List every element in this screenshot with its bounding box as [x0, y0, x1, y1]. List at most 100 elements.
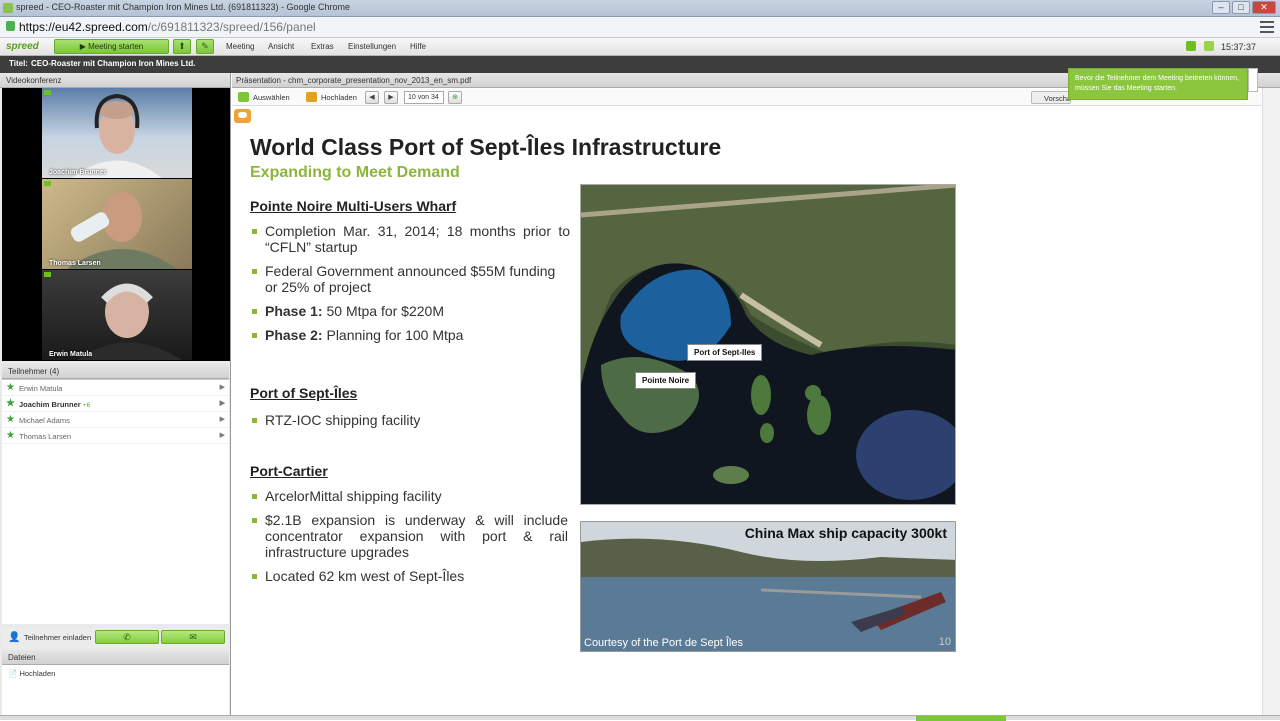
- camera-icon: [44, 272, 51, 277]
- close-icon[interactable]: ✕: [1252, 1, 1276, 14]
- chat-bubble-icon[interactable]: [234, 109, 251, 123]
- photo-caption: China Max ship capacity 300kt: [744, 525, 947, 541]
- phone-invite-button[interactable]: ✆: [95, 630, 159, 644]
- network-icon[interactable]: [1186, 41, 1196, 51]
- meeting-title: CEO-Roaster mit Champion Iron Mines Ltd.: [31, 59, 196, 68]
- menu-hilfe[interactable]: Hilfe: [410, 42, 426, 51]
- meeting-start-tooltip: Bevor die Teilnehmer dem Meeting beitret…: [1068, 68, 1248, 100]
- lock-icon: [6, 21, 15, 31]
- invite-label[interactable]: Teilnehmer einladen: [24, 633, 91, 642]
- spreed-favicon-icon: [3, 3, 13, 13]
- status-bar: [0, 715, 1280, 721]
- files-upload-label: Hochladen: [19, 669, 56, 678]
- phase-label: Phase 2:: [265, 327, 323, 343]
- phone-icon: ✆: [123, 632, 131, 642]
- meeting-title-label: Titel:: [9, 59, 28, 68]
- person-icon: 👤: [8, 632, 21, 643]
- slide-subtitle: Expanding to Meet Demand: [250, 164, 460, 181]
- minimize-icon[interactable]: –: [1212, 1, 1230, 14]
- section-heading: Port of Sept-Îles: [250, 385, 358, 401]
- invite-bar: 👤 Teilnehmer einladen ✆ ✉: [2, 628, 229, 648]
- star-icon: ★: [6, 430, 15, 441]
- tooltip-scrollbar[interactable]: [1248, 68, 1258, 92]
- meeting-start-label: Meeting starten: [88, 42, 144, 51]
- video-panel-header: Videokonferenz: [0, 73, 230, 88]
- url-field[interactable]: https://eu42.spreed.com/c/691811323/spre…: [19, 20, 316, 34]
- meeting-start-button[interactable]: ▶ Meeting starten: [54, 39, 169, 54]
- files-panel: 📄 Hochladen: [2, 665, 229, 715]
- url-path: /c/691811323/spreed/156/panel: [147, 20, 316, 34]
- camera-icon: [44, 90, 51, 95]
- bullet-item: Phase 1: 50 Mtpa for $220M: [250, 303, 570, 319]
- select-button[interactable]: Auswählen: [253, 93, 290, 102]
- page-indicator-input[interactable]: 10 von 34: [404, 91, 444, 104]
- email-invite-button[interactable]: ✉: [161, 630, 225, 644]
- photo-graphic: [581, 522, 955, 651]
- menu-meeting[interactable]: Meeting: [226, 42, 254, 51]
- slide-page-number: 10: [938, 636, 951, 648]
- video-tile[interactable]: Joachim Brunner: [42, 88, 192, 178]
- battery-icon: [1204, 41, 1214, 51]
- star-icon: ★: [6, 398, 15, 409]
- camera-icon: [44, 181, 51, 186]
- chevron-right-icon[interactable]: ▶: [220, 415, 225, 423]
- map-label: Pointe Noire: [635, 372, 697, 389]
- bullet-item: Located 62 km west of Sept-Îles: [250, 568, 568, 584]
- participant-list: ★ Erwin Matula ▶ ★ Joachim Brunner +6 ▶ ★ Mic…: [2, 379, 229, 624]
- video-tile[interactable]: Erwin Matula: [42, 270, 192, 360]
- bullet-item: $2.1B expansion is underway & will inclu…: [250, 512, 568, 560]
- menu-extras[interactable]: Extras: [311, 42, 334, 51]
- pen-icon[interactable]: ✎: [196, 39, 214, 54]
- chrome-menu-icon[interactable]: [1260, 21, 1274, 33]
- upload-button[interactable]: Hochladen: [321, 93, 357, 102]
- section-heading: Port-Cartier: [250, 463, 328, 479]
- chevron-right-icon[interactable]: ▶: [220, 399, 225, 407]
- upload-doc-icon: [306, 92, 317, 102]
- clock: 15:37:37: [1220, 42, 1256, 52]
- upload-icon[interactable]: ⬆: [173, 39, 191, 54]
- select-icon: [238, 92, 249, 102]
- participant-row[interactable]: ★ Thomas Larsen ▶: [2, 428, 229, 444]
- menu-ansicht[interactable]: Ansicht: [268, 42, 294, 51]
- window-controls: – □ ✕: [1212, 1, 1276, 14]
- preview-button[interactable]: Vorschau: [1031, 91, 1071, 104]
- bullet-item: Completion Mar. 31, 2014; 18 months prio…: [250, 223, 570, 255]
- slide-title: World Class Port of Sept-Îles Infrastruc…: [250, 134, 722, 160]
- participant-row[interactable]: ★ Joachim Brunner +6 ▶: [2, 396, 229, 412]
- bullet-item: Federal Government announced $55M fundin…: [250, 263, 570, 295]
- next-page-button[interactable]: ▶: [384, 91, 398, 104]
- files-upload-button[interactable]: 📄 Hochladen: [8, 669, 55, 678]
- maximize-icon[interactable]: □: [1232, 1, 1250, 14]
- person-video: [67, 192, 177, 269]
- spreed-logo: spreed: [6, 41, 39, 52]
- previous-page-button[interactable]: ◀: [365, 91, 379, 104]
- participant-name: Joachim Brunner: [19, 400, 81, 409]
- video-name: Thomas Larsen: [49, 260, 101, 267]
- window-title: spreed - CEO-Roaster mit Champion Iron M…: [16, 2, 350, 12]
- address-bar: https://eu42.spreed.com/c/691811323/spre…: [0, 17, 1280, 38]
- video-name: Joachim Brunner: [49, 169, 107, 176]
- participant-name: Erwin Matula: [19, 384, 63, 393]
- phase-label: Phase 1:: [265, 303, 323, 319]
- vertical-scrollbar[interactable]: [1262, 88, 1280, 715]
- chevron-right-icon[interactable]: ▶: [220, 383, 225, 391]
- participant-tag: +6: [82, 402, 91, 409]
- participant-row[interactable]: ★ Erwin Matula ▶: [2, 380, 229, 396]
- menu-einstellungen[interactable]: Einstellungen: [348, 42, 396, 51]
- status-indicator: [916, 716, 1006, 721]
- bullet-list: RTZ-IOC shipping facility: [250, 412, 570, 436]
- participant-name: Thomas Larsen: [19, 432, 72, 441]
- participant-name: Michael Adams: [19, 416, 70, 425]
- phase-text: 50 Mtpa for $220M: [322, 303, 444, 319]
- video-tile[interactable]: Thomas Larsen: [42, 179, 192, 269]
- bullet-item: Phase 2: Planning for 100 Mtpa: [250, 327, 570, 343]
- zoom-icon[interactable]: ⊕: [448, 91, 462, 104]
- person-video: [77, 283, 182, 360]
- participant-row[interactable]: ★ Michael Adams ▶: [2, 412, 229, 428]
- star-icon: ★: [6, 414, 15, 425]
- chevron-right-icon[interactable]: ▶: [220, 431, 225, 439]
- video-name: Erwin Matula: [49, 351, 93, 358]
- section-heading: Pointe Noire Multi-Users Wharf: [250, 198, 457, 214]
- video-conference: Joachim Brunner Thomas Larsen Erwin Matu…: [2, 88, 230, 361]
- bullet-list: ArcelorMittal shipping facility $2.1B ex…: [250, 488, 568, 592]
